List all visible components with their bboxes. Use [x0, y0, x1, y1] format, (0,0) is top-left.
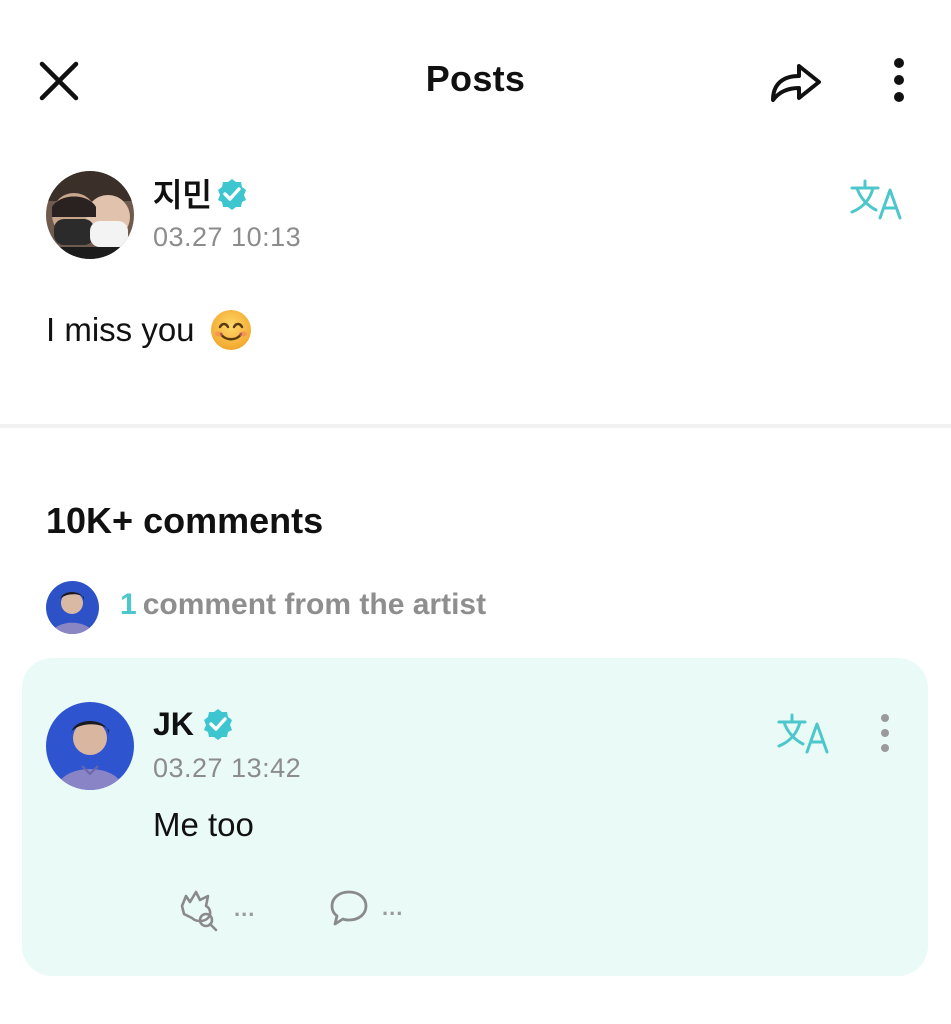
post-text: I miss you	[46, 311, 195, 348]
post-author-avatar[interactable]	[46, 171, 134, 259]
comment-author-avatar[interactable]	[46, 702, 134, 790]
artist-comment-link[interactable]: 1 comment from the artist	[120, 588, 486, 622]
comment-like-button[interactable]: ...	[176, 886, 255, 932]
comments-heading: 10K+ comments	[46, 500, 324, 541]
share-icon	[771, 64, 821, 102]
cheer-icon	[180, 890, 218, 932]
translate-comment-button[interactable]	[775, 710, 833, 758]
post-detail-screen: Posts 지민 03.27 10:13 I miss you 10K+ com…	[0, 0, 951, 1024]
artist-comment-count: 1	[120, 588, 137, 621]
translate-post-button[interactable]	[848, 176, 906, 224]
comment-more-button[interactable]	[870, 712, 900, 756]
speech-bubble-icon	[330, 890, 368, 926]
comment-text: Me too	[153, 806, 254, 843]
verified-badge-icon	[218, 179, 246, 210]
translate-icon	[777, 713, 829, 754]
post-timestamp: 03.27 10:13	[153, 222, 302, 252]
post-body: I miss you	[46, 308, 253, 352]
post-author-name[interactable]: 지민	[153, 170, 212, 216]
comment-author-name[interactable]: JK	[153, 706, 194, 743]
verified-badge-icon	[204, 709, 232, 740]
translate-icon	[850, 179, 902, 220]
more-options-button[interactable]	[883, 54, 915, 108]
like-count: ...	[234, 896, 256, 921]
comment-reply-button[interactable]: ...	[328, 886, 403, 930]
reply-count: ...	[382, 895, 404, 920]
comment-timestamp: 03.27 13:42	[153, 753, 302, 783]
section-divider	[0, 424, 951, 428]
smiling-face-emoji-icon	[210, 310, 251, 350]
more-vertical-icon	[894, 58, 904, 102]
share-button[interactable]	[765, 54, 827, 108]
top-bar: Posts	[0, 0, 951, 160]
more-vertical-icon	[881, 714, 889, 752]
artist-comment-avatar	[46, 581, 99, 634]
artist-comment-text: comment from the artist	[142, 588, 487, 621]
